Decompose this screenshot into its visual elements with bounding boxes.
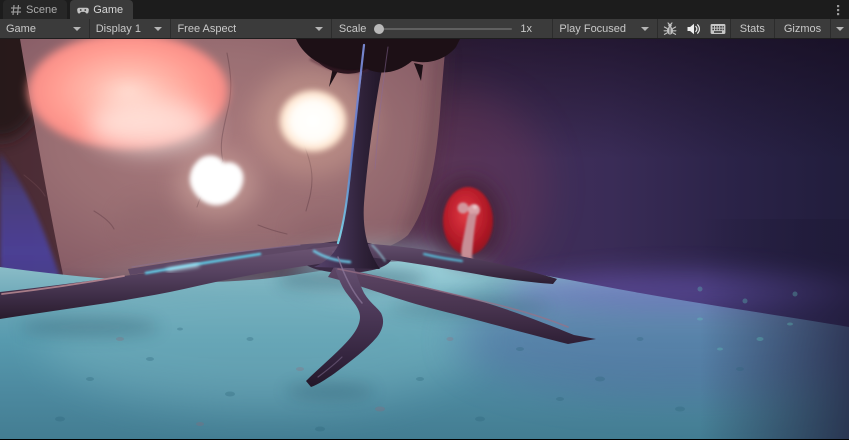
input-keyboard-toggle-button[interactable] <box>706 19 730 38</box>
unity-game-view-window: Scene Game Game Display 1 <box>0 0 849 440</box>
chevron-down-icon <box>73 27 81 31</box>
bug-icon <box>663 22 677 36</box>
kebab-menu-icon <box>836 4 840 16</box>
red-blob-pickup <box>432 177 504 265</box>
scale-control: Scale 1x <box>332 19 553 38</box>
tab-game[interactable]: Game <box>70 0 133 19</box>
gamepad-icon <box>77 4 89 16</box>
scale-label: Scale <box>339 23 367 35</box>
display-mode-label: Game <box>6 23 36 35</box>
gizmos-dropdown[interactable]: Gizmos <box>775 19 830 38</box>
chevron-down-icon <box>154 27 162 31</box>
stats-toggle-button[interactable]: Stats <box>731 19 774 38</box>
gizmos-label: Gizmos <box>784 23 821 35</box>
display-target-label: Display 1 <box>96 23 141 35</box>
tab-overflow-button[interactable] <box>827 0 849 19</box>
play-focused-dropdown[interactable]: Play Focused <box>553 19 657 38</box>
gizmos-caret-button[interactable] <box>831 19 849 38</box>
debug-toggle-button[interactable] <box>658 19 682 38</box>
display-mode-dropdown[interactable]: Game <box>0 19 89 38</box>
game-view-toolbar: Game Display 1 Free Aspect Scale 1x Play… <box>0 19 849 39</box>
mute-audio-toggle-button[interactable] <box>682 19 706 38</box>
aspect-ratio-dropdown[interactable]: Free Aspect <box>171 19 330 38</box>
scale-slider-track[interactable] <box>374 28 512 30</box>
speaker-icon <box>686 22 701 36</box>
rendered-scene <box>0 39 849 439</box>
play-focused-label: Play Focused <box>559 23 626 35</box>
tab-scene[interactable]: Scene <box>3 0 67 19</box>
keyboard-icon <box>710 23 726 35</box>
chevron-down-icon <box>641 27 649 31</box>
chevron-down-icon <box>315 27 323 31</box>
chevron-down-icon <box>836 27 844 31</box>
scale-slider-handle[interactable] <box>374 24 384 34</box>
stats-label: Stats <box>740 23 765 35</box>
aspect-ratio-label: Free Aspect <box>177 23 236 35</box>
display-target-dropdown[interactable]: Display 1 <box>90 19 171 38</box>
tab-bar: Scene Game <box>0 0 849 19</box>
grid-icon <box>10 4 22 16</box>
game-render-viewport[interactable] <box>0 39 849 439</box>
tab-game-label: Game <box>93 4 123 16</box>
white-glow-orb <box>276 87 350 155</box>
scale-value: 1x <box>520 23 544 35</box>
tab-scene-label: Scene <box>26 4 57 16</box>
scale-slider[interactable] <box>374 19 512 38</box>
